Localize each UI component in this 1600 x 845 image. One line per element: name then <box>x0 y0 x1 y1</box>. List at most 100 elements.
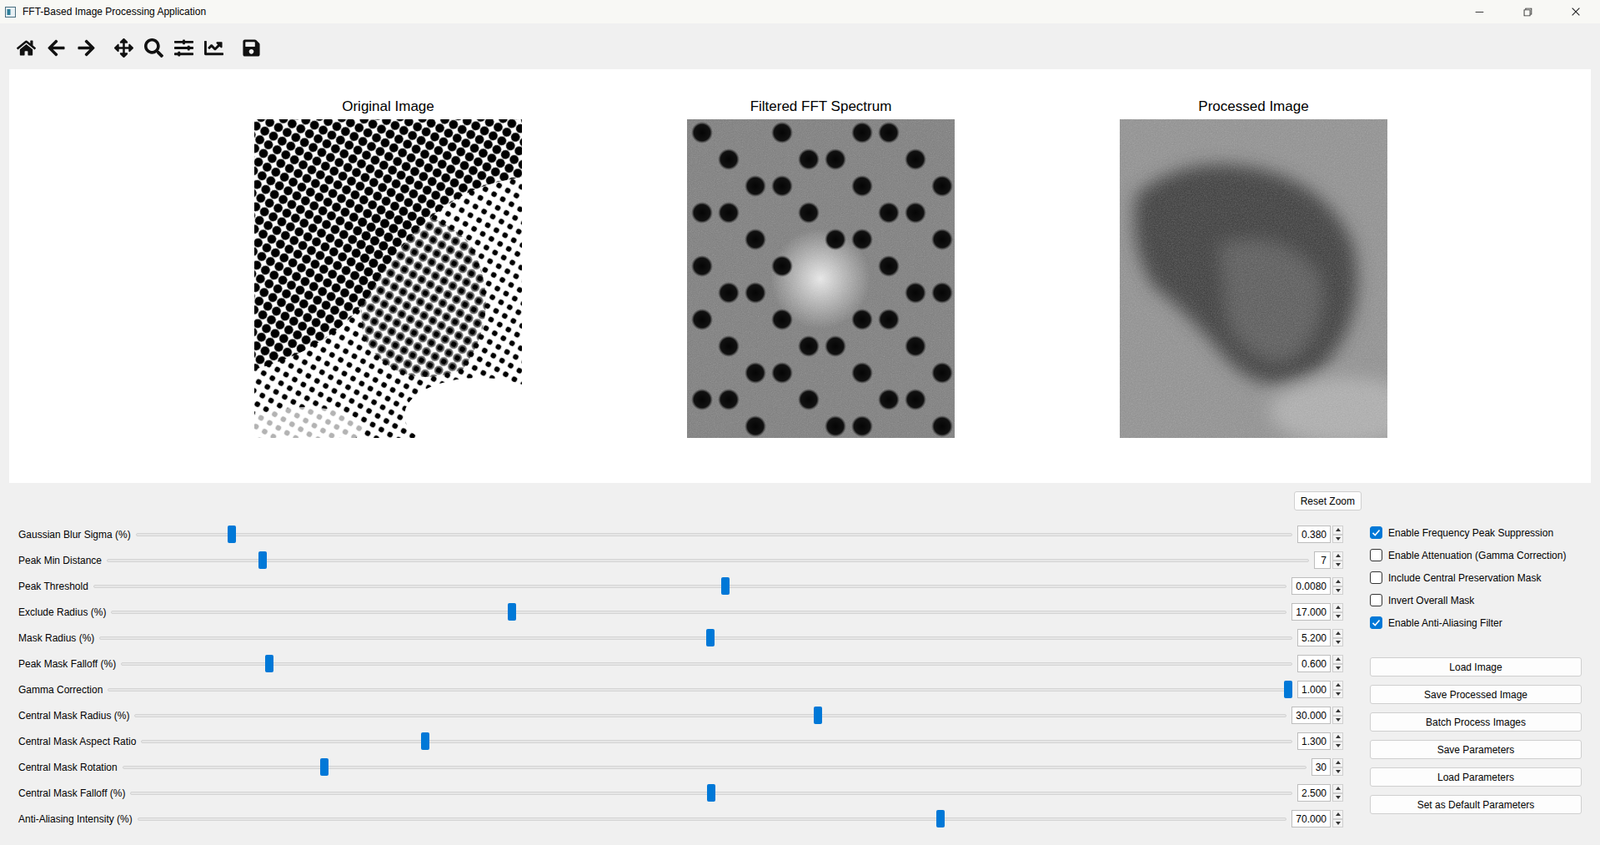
value-field[interactable]: 5.200 <box>1297 628 1331 647</box>
mask-dot <box>824 415 847 437</box>
checkbox-row[interactable]: Enable Anti-Aliasing Filter <box>1369 611 1582 634</box>
value-field[interactable]: 17.000 <box>1291 602 1331 621</box>
spin-up-button[interactable] <box>1332 680 1344 690</box>
reset-zoom-button[interactable]: Reset Zoom <box>1294 491 1362 511</box>
slider-track <box>106 558 1310 562</box>
minimize-icon <box>1473 5 1485 18</box>
slider[interactable] <box>107 680 1293 698</box>
spin-down-button[interactable] <box>1332 663 1344 673</box>
plot-title: Processed Image <box>1198 98 1309 116</box>
slider-handle[interactable] <box>1284 680 1293 698</box>
action-button[interactable]: Set as Default Parameters <box>1369 794 1582 814</box>
checkbox-row[interactable]: Enable Attenuation (Gamma Correction) <box>1369 543 1582 567</box>
forward-button[interactable] <box>70 33 101 64</box>
spin-down-button[interactable] <box>1332 818 1344 828</box>
close-button[interactable] <box>1551 0 1600 24</box>
slider[interactable] <box>140 732 1293 750</box>
spin-down-button[interactable] <box>1332 741 1344 751</box>
value-field[interactable]: 7 <box>1314 551 1331 569</box>
slider-handle[interactable] <box>707 783 716 802</box>
home-button[interactable] <box>10 33 41 64</box>
slider-handle[interactable] <box>265 654 274 673</box>
spin-up-button[interactable] <box>1332 525 1344 535</box>
arrow-up-icon <box>1335 527 1341 532</box>
checkbox-row[interactable]: Include Central Preservation Mask <box>1369 566 1582 589</box>
slider[interactable] <box>99 628 1293 647</box>
slider[interactable] <box>93 576 1287 595</box>
mask-dot <box>904 281 927 304</box>
slider-handle[interactable] <box>258 551 267 569</box>
subplots-button[interactable] <box>168 33 199 64</box>
spin-down-button[interactable] <box>1332 560 1344 570</box>
slider-handle[interactable] <box>227 525 236 543</box>
spin-down-button[interactable] <box>1332 611 1344 622</box>
value-field[interactable]: 0.380 <box>1297 525 1331 543</box>
slider[interactable] <box>134 706 1287 724</box>
value-field[interactable]: 0.0080 <box>1291 576 1331 595</box>
value-field[interactable]: 30 <box>1311 757 1331 776</box>
value-field[interactable]: 1.300 <box>1297 732 1331 750</box>
app-icon <box>5 6 16 18</box>
mask-dot <box>877 308 900 331</box>
mask-dot <box>797 201 820 224</box>
slider-handle[interactable] <box>706 628 715 647</box>
spin-up-button[interactable] <box>1332 654 1344 664</box>
value-field[interactable]: 0.600 <box>1297 654 1331 673</box>
value-field[interactable]: 30.000 <box>1291 706 1331 724</box>
spin-up-button[interactable] <box>1332 602 1344 612</box>
back-button[interactable] <box>40 33 71 64</box>
spin-up-button[interactable] <box>1332 628 1344 638</box>
mask-dot <box>744 361 767 384</box>
checkbox[interactable] <box>1369 616 1383 629</box>
slider[interactable] <box>130 783 1292 802</box>
spin-up-button[interactable] <box>1332 809 1344 819</box>
slider[interactable] <box>106 551 1310 569</box>
value-field[interactable]: 70.000 <box>1291 809 1331 828</box>
checkbox-row[interactable]: Invert Overall Mask <box>1369 588 1582 612</box>
checkbox-label: Enable Attenuation (Gamma Correction) <box>1388 549 1566 562</box>
slider[interactable] <box>137 809 1288 828</box>
pan-button[interactable] <box>108 33 139 64</box>
checkbox-row[interactable]: Enable Frequency Peak Suppression <box>1369 521 1582 544</box>
value-field[interactable]: 1.000 <box>1297 680 1331 698</box>
spin-down-button[interactable] <box>1332 792 1344 803</box>
slider[interactable] <box>122 757 1307 776</box>
action-button[interactable]: Batch Process Images <box>1369 712 1582 732</box>
action-button[interactable]: Load Image <box>1369 657 1582 677</box>
spin-down-button[interactable] <box>1332 767 1344 777</box>
slider-handle[interactable] <box>936 809 945 828</box>
checkbox[interactable] <box>1369 593 1383 607</box>
spin-up-button[interactable] <box>1332 757 1344 768</box>
slider-handle[interactable] <box>813 706 823 724</box>
checkbox[interactable] <box>1369 548 1383 562</box>
slider[interactable] <box>110 602 1287 621</box>
checkbox[interactable] <box>1369 526 1383 539</box>
action-button[interactable]: Load Parameters <box>1369 767 1582 787</box>
spin-down-button[interactable] <box>1332 637 1344 648</box>
slider[interactable] <box>135 525 1293 543</box>
spin-down-button[interactable] <box>1332 534 1344 544</box>
spin-up-button[interactable] <box>1332 576 1344 587</box>
checkbox[interactable] <box>1369 571 1383 584</box>
slider-handle[interactable] <box>721 576 730 595</box>
spin-up-button[interactable] <box>1332 783 1344 793</box>
action-button[interactable]: Save Parameters <box>1369 739 1582 759</box>
customize-button[interactable] <box>198 33 229 64</box>
minimize-button[interactable] <box>1454 0 1504 24</box>
slider[interactable] <box>120 654 1293 673</box>
save-figure-button[interactable] <box>235 33 266 64</box>
restore-button[interactable] <box>1503 0 1552 24</box>
slider-handle[interactable] <box>421 732 430 750</box>
value-field[interactable]: 2.500 <box>1297 783 1331 802</box>
spin-down-button[interactable] <box>1332 715 1344 725</box>
action-button[interactable]: Save Processed Image <box>1369 684 1582 704</box>
spin-down-button[interactable] <box>1332 689 1344 699</box>
spin-up-button[interactable] <box>1332 551 1344 561</box>
slider-handle[interactable] <box>507 602 517 621</box>
slider-row: Peak Min Distance7 <box>18 546 1344 573</box>
zoom-button[interactable] <box>138 33 169 64</box>
slider-handle[interactable] <box>320 757 329 776</box>
spin-down-button[interactable] <box>1332 586 1344 596</box>
spin-up-button[interactable] <box>1332 732 1344 742</box>
spin-up-button[interactable] <box>1332 706 1344 716</box>
